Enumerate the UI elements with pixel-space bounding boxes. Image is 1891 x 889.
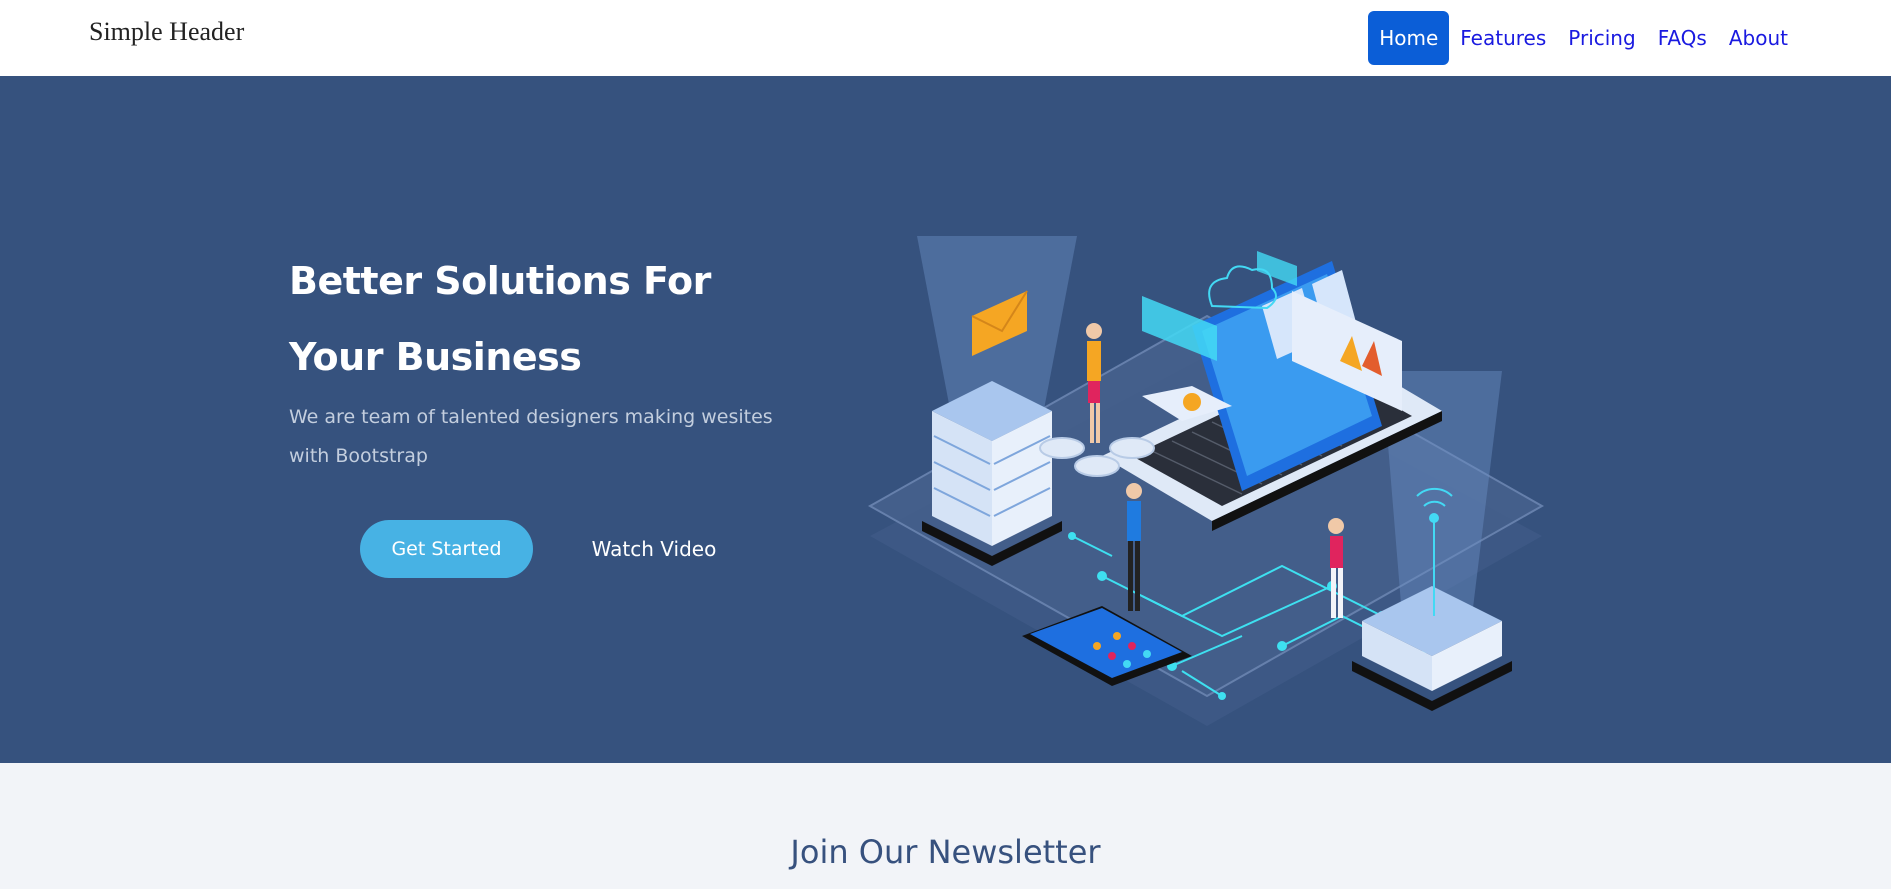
nav-pricing[interactable]: Pricing [1557,11,1646,65]
nav-about[interactable]: About [1718,11,1799,65]
hero-illustration [867,236,1545,726]
get-started-button[interactable]: Get Started [360,520,533,578]
hero-title: Better Solutions For Your Business [289,259,711,379]
watch-video-button[interactable]: Watch Video [580,520,728,578]
server-left-icon [922,381,1062,566]
brand-logo[interactable]: Simple Header [89,17,244,47]
main-nav: Home Features Pricing FAQs About [1368,11,1799,65]
hero-subtitle: We are team of talented designers making… [289,406,773,467]
top-header: Simple Header Home Features Pricing FAQs… [0,0,1891,76]
nav-faqs[interactable]: FAQs [1647,11,1718,65]
newsletter-title: Join Our Newsletter [790,833,1101,871]
hero-section: Better Solutions For Your Business We ar… [0,76,1891,763]
newsletter-section: Join Our Newsletter [0,763,1891,889]
nav-home[interactable]: Home [1368,11,1450,65]
nav-features[interactable]: Features [1449,11,1557,65]
